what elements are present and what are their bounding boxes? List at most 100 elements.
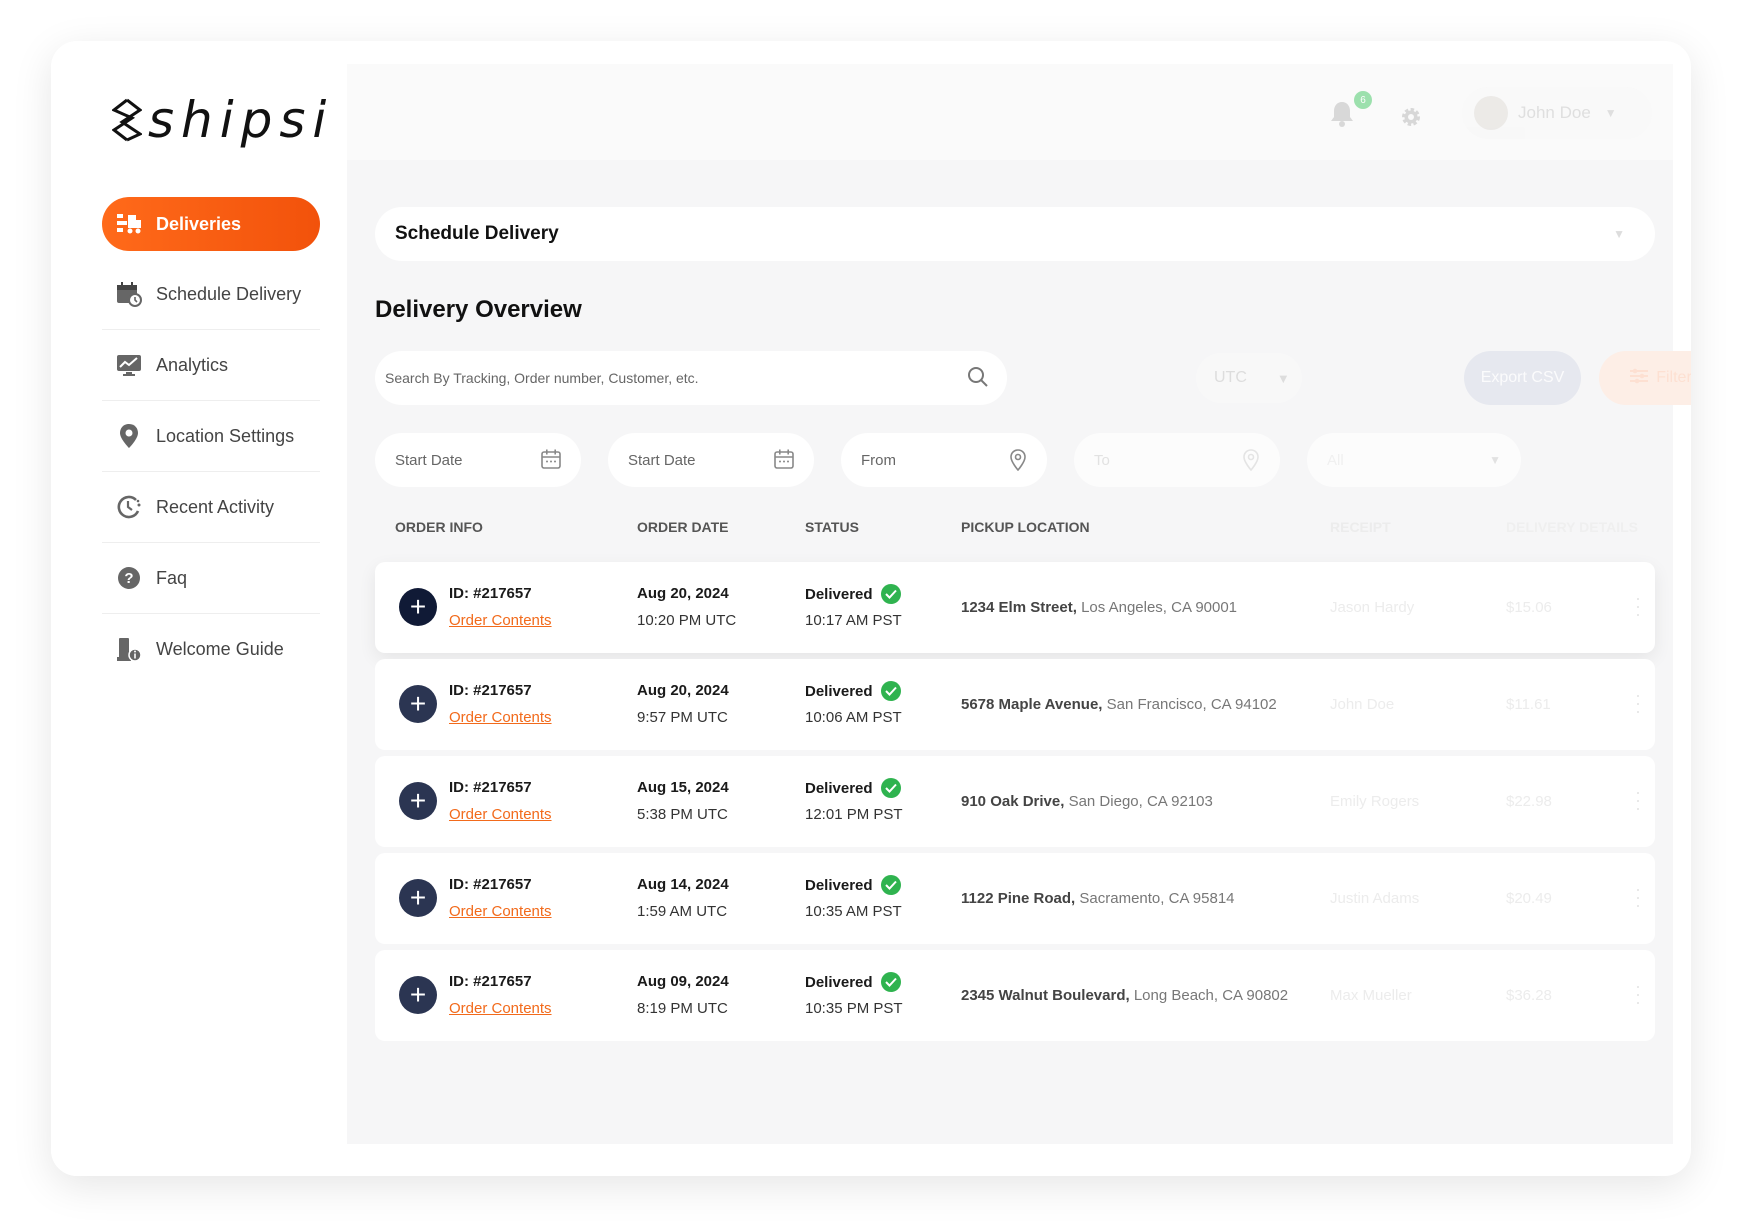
pickup-location: 910 Oak Drive, San Diego, CA 92103 — [961, 793, 1213, 810]
table-row[interactable]: + ID: #217657 Order Contents Aug 14, 202… — [375, 853, 1655, 944]
order-contents-link[interactable]: Order Contents — [449, 903, 552, 920]
timezone-select[interactable]: UTC ▼ — [1196, 353, 1302, 403]
status-badge: Delivered — [805, 584, 901, 604]
order-id: ID: #217657 — [449, 585, 532, 602]
delivery-amount: $36.28 — [1506, 987, 1552, 1004]
user-menu[interactable]: John Doe ▼ — [1462, 87, 1652, 139]
deliveries-icon — [116, 211, 142, 237]
table-row[interactable]: + ID: #217657 Order Contents Aug 09, 202… — [375, 950, 1655, 1041]
pickup-location: 5678 Maple Avenue, San Francisco, CA 941… — [961, 696, 1277, 713]
pickup-street: 910 Oak Drive, — [961, 793, 1065, 810]
export-csv-button[interactable]: Export CSV — [1464, 351, 1581, 405]
status-badge: Delivered — [805, 778, 901, 798]
expand-row-button[interactable]: + — [399, 685, 437, 723]
order-time: 9:57 PM UTC — [637, 709, 728, 726]
order-date: Aug 09, 2024 — [637, 973, 729, 990]
order-time: 10:20 PM UTC — [637, 612, 737, 629]
sidebar-item-label: Deliveries — [156, 213, 242, 234]
order-contents-link[interactable]: Order Contents — [449, 612, 552, 629]
more-options-icon[interactable]: · · · — [1635, 977, 1641, 1011]
column-header[interactable]: RECEIPT — [1330, 519, 1391, 535]
app-window: shipsi Deliveries Schedule Delivery Anal… — [51, 41, 1691, 1176]
sidebar-item-faq[interactable]: ? Faq — [102, 543, 320, 614]
table-row[interactable]: + ID: #217657 Order Contents Aug 20, 202… — [375, 659, 1655, 750]
calendar-icon — [541, 449, 561, 473]
column-header[interactable]: STATUS — [805, 519, 859, 535]
more-options-icon[interactable]: · · · — [1635, 880, 1641, 914]
avatar — [1474, 96, 1508, 130]
start-date-field[interactable]: Start Date — [375, 433, 581, 487]
order-contents-link[interactable]: Order Contents — [449, 709, 552, 726]
sidebar-item-deliveries[interactable]: Deliveries — [102, 197, 320, 251]
sidebar: shipsi Deliveries Schedule Delivery Anal… — [51, 41, 347, 1176]
sidebar-item-analytics[interactable]: Analytics — [102, 330, 320, 401]
order-date: Aug 20, 2024 — [637, 682, 729, 699]
table-row[interactable]: + ID: #217657 Order Contents Aug 15, 202… — [375, 756, 1655, 847]
analytics-icon — [116, 352, 142, 378]
notification-bell-icon[interactable] — [1329, 99, 1355, 132]
more-options-icon[interactable]: · · · — [1635, 783, 1641, 817]
delivery-amount: $22.98 — [1506, 793, 1552, 810]
timezone-value: UTC — [1214, 369, 1247, 386]
to-location-field[interactable]: To — [1074, 433, 1280, 487]
status-text: Delivered — [805, 876, 873, 894]
to-label: To — [1094, 451, 1110, 469]
delivery-amount: $15.06 — [1506, 599, 1552, 616]
order-time: 1:59 AM UTC — [637, 903, 728, 920]
more-options-icon[interactable]: · · · — [1635, 589, 1641, 623]
column-header[interactable]: DELIVERY DETAILS — [1506, 519, 1638, 535]
pickup-city: San Francisco, CA 94102 — [1102, 696, 1277, 713]
chevron-down-icon: ▼ — [1489, 453, 1501, 467]
expand-row-button[interactable]: + — [399, 976, 437, 1014]
expand-row-button[interactable]: + — [399, 879, 437, 917]
column-header[interactable]: PICKUP LOCATION — [961, 519, 1090, 535]
status-time: 10:35 AM PST — [805, 903, 902, 920]
location-pin-icon — [1009, 449, 1027, 475]
expand-row-button[interactable]: + — [399, 588, 437, 626]
user-name: John Doe — [1518, 103, 1591, 122]
column-header[interactable]: ORDER DATE — [637, 519, 729, 535]
brand-logo[interactable]: shipsi — [112, 91, 333, 149]
sidebar-item-welcome-guide[interactable]: Welcome Guide — [102, 614, 320, 685]
pickup-city: Los Angeles, CA 90001 — [1076, 599, 1238, 616]
schedule-delivery-dropdown[interactable]: Schedule Delivery ▼ — [375, 207, 1655, 261]
sidebar-item-schedule-delivery[interactable]: Schedule Delivery — [102, 259, 320, 330]
order-time: 8:19 PM UTC — [637, 1000, 728, 1017]
column-header[interactable]: ORDER INFO — [395, 519, 483, 535]
order-contents-link[interactable]: Order Contents — [449, 1000, 552, 1017]
filter-icon — [1630, 368, 1649, 389]
calendar-icon — [774, 449, 794, 473]
status-badge: Delivered — [805, 681, 901, 701]
start-date-label: Start Date — [395, 451, 463, 469]
more-options-icon[interactable]: · · · — [1635, 686, 1641, 720]
receipt-name: John Doe — [1330, 696, 1395, 713]
sidebar-item-location-settings[interactable]: Location Settings — [102, 401, 320, 472]
main-content: 6 John Doe ▼ Schedule Delivery ▼ Deliver… — [347, 64, 1691, 1144]
settings-gear-icon[interactable] — [1398, 104, 1424, 135]
search-icon[interactable] — [967, 366, 989, 391]
status-text: Delivered — [805, 779, 873, 797]
search-input[interactable]: Search By Tracking, Order number, Custom… — [375, 351, 1007, 405]
sidebar-item-label: Location Settings — [156, 425, 295, 446]
status-select[interactable]: All ▼ — [1307, 433, 1521, 487]
svg-text:?: ? — [124, 570, 133, 587]
order-id: ID: #217657 — [449, 779, 532, 796]
check-circle-icon — [880, 584, 901, 604]
status-badge: Delivered — [805, 972, 901, 992]
guide-icon — [116, 637, 142, 663]
expand-row-button[interactable]: + — [399, 782, 437, 820]
start-date-field[interactable]: Start Date — [608, 433, 814, 487]
pickup-location: 2345 Walnut Boulevard, Long Beach, CA 90… — [961, 987, 1288, 1004]
table-row[interactable]: + ID: #217657 Order Contents Aug 20, 202… — [375, 562, 1655, 653]
from-label: From — [861, 451, 896, 469]
order-contents-link[interactable]: Order Contents — [449, 806, 552, 823]
pickup-location: 1234 Elm Street, Los Angeles, CA 90001 — [961, 599, 1237, 616]
filter-label: Filter — [1656, 369, 1691, 386]
order-date: Aug 14, 2024 — [637, 876, 729, 893]
filter-button[interactable]: Filter — [1599, 351, 1691, 405]
order-id: ID: #217657 — [449, 682, 532, 699]
order-time: 5:38 PM UTC — [637, 806, 728, 823]
sidebar-item-recent-activity[interactable]: Recent Activity — [102, 472, 320, 543]
order-date: Aug 15, 2024 — [637, 779, 729, 796]
from-location-field[interactable]: From — [841, 433, 1047, 487]
